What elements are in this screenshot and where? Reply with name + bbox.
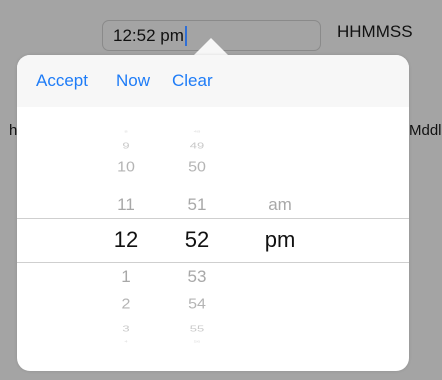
- hour-option[interactable]: 3: [91, 324, 161, 332]
- hour-wheel[interactable]: 8 9 10 11 12 1 2 3 4: [91, 55, 161, 371]
- minute-option[interactable]: 55: [162, 324, 232, 332]
- minute-wheel[interactable]: 48 49 50 51 52 53 54 55 56: [162, 55, 232, 371]
- hour-option[interactable]: 11: [91, 196, 161, 213]
- hour-option-selected[interactable]: 12: [91, 229, 161, 251]
- period-option-selected[interactable]: pm: [245, 229, 315, 251]
- minute-option-selected[interactable]: 52: [162, 229, 232, 251]
- time-picker-popover: Accept Now Clear 8 9 10 11 12 1 2 3 4 48 49 50 51 52…: [17, 55, 409, 371]
- minute-option[interactable]: 51: [162, 196, 232, 213]
- popover-arrow: [194, 38, 228, 55]
- hour-option[interactable]: 4: [91, 341, 161, 344]
- minute-option[interactable]: 49: [162, 141, 232, 149]
- hour-option[interactable]: 1: [91, 268, 161, 285]
- background-label-fragment-right: Mddl: [409, 122, 442, 139]
- hour-option[interactable]: 9: [91, 141, 161, 149]
- hour-option[interactable]: 2: [91, 297, 161, 312]
- minute-option[interactable]: 48: [162, 131, 232, 134]
- text-caret: [184, 25, 187, 46]
- hour-option[interactable]: 8: [91, 131, 161, 134]
- accept-button[interactable]: Accept: [36, 71, 88, 91]
- period-wheel[interactable]: am pm: [245, 55, 315, 371]
- hour-option[interactable]: 10: [91, 160, 161, 175]
- minute-option[interactable]: 53: [162, 268, 232, 285]
- minute-option[interactable]: 54: [162, 297, 232, 312]
- minute-option[interactable]: 56: [162, 341, 232, 344]
- format-label: HHMMSS: [337, 22, 413, 41]
- minute-option[interactable]: 50: [162, 160, 232, 175]
- time-input-value: 12:52 pm: [113, 26, 184, 45]
- period-option[interactable]: am: [245, 196, 315, 213]
